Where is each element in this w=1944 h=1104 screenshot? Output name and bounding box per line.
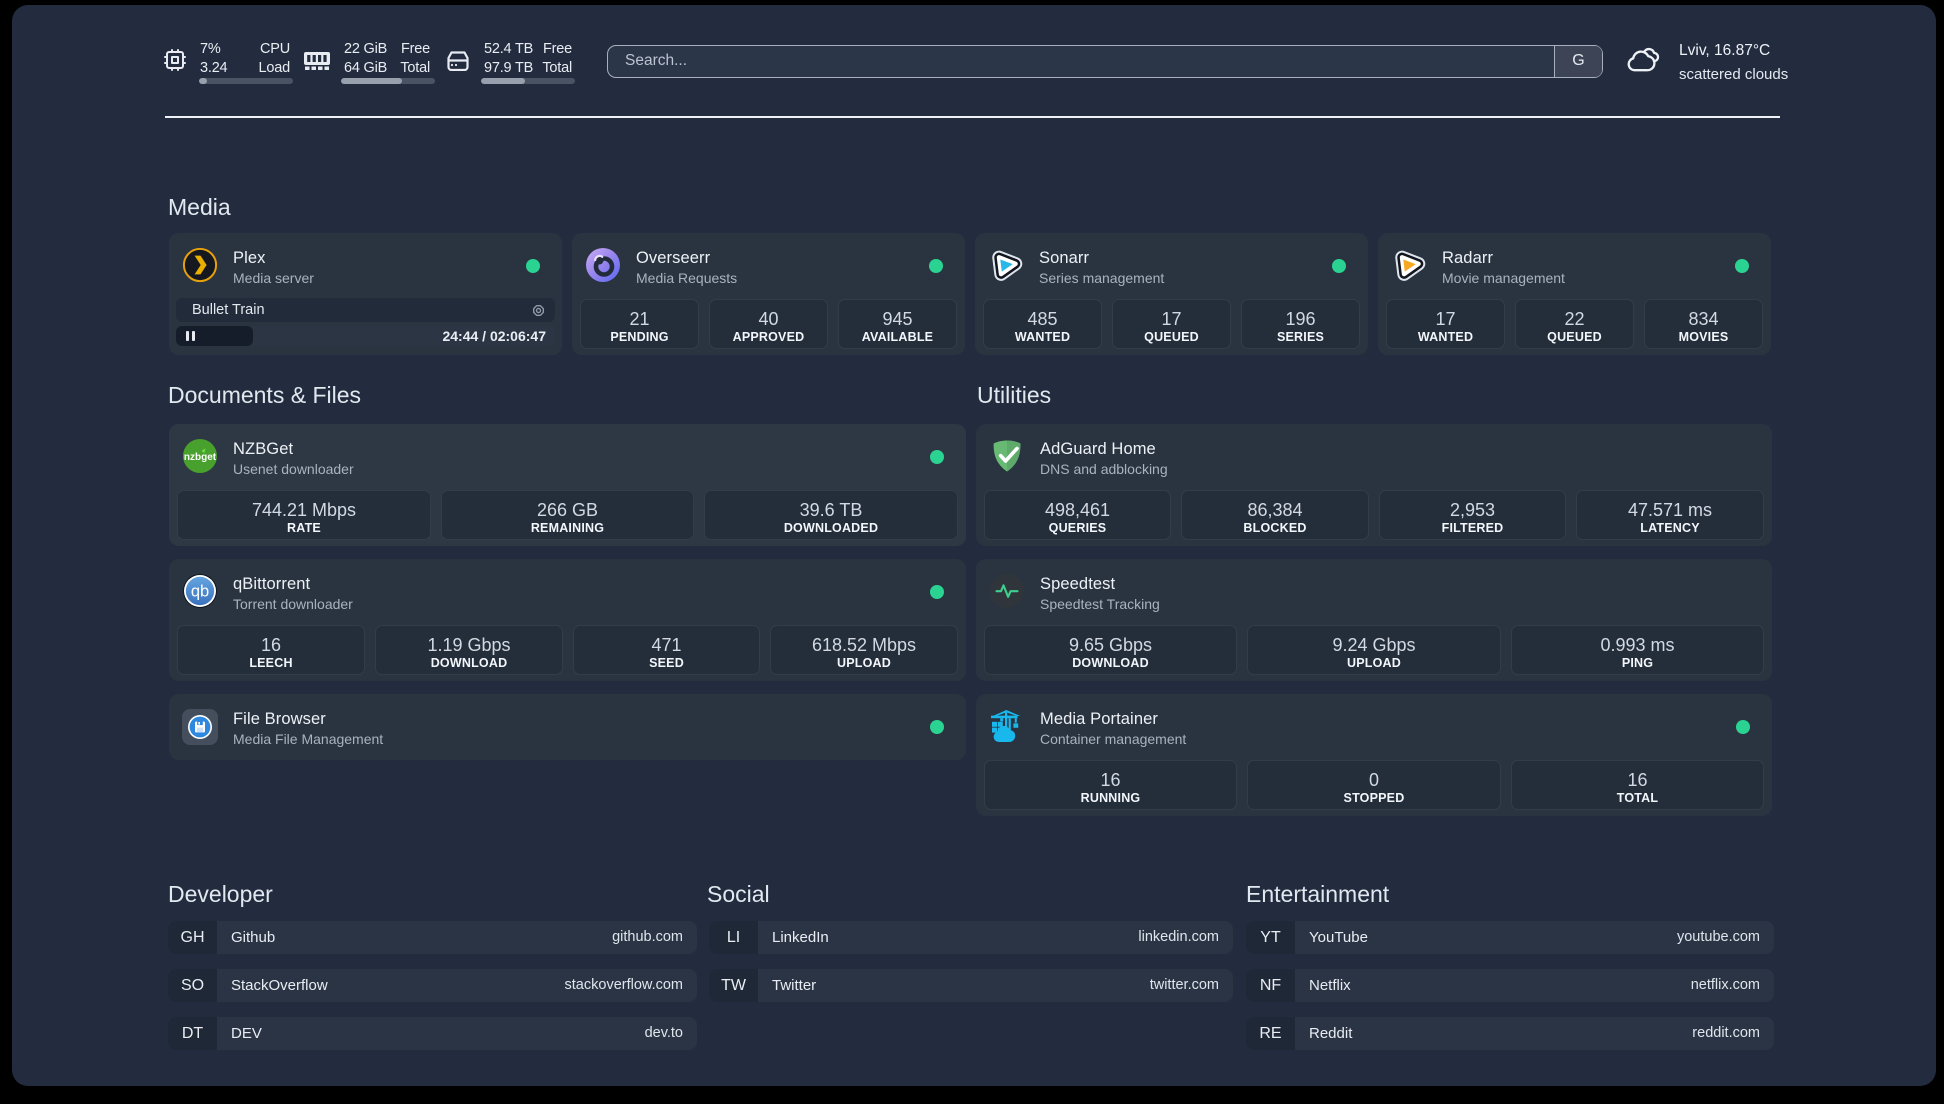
svg-text:qb: qb bbox=[191, 583, 209, 601]
svg-text:nzbget: nzbget bbox=[184, 452, 217, 463]
